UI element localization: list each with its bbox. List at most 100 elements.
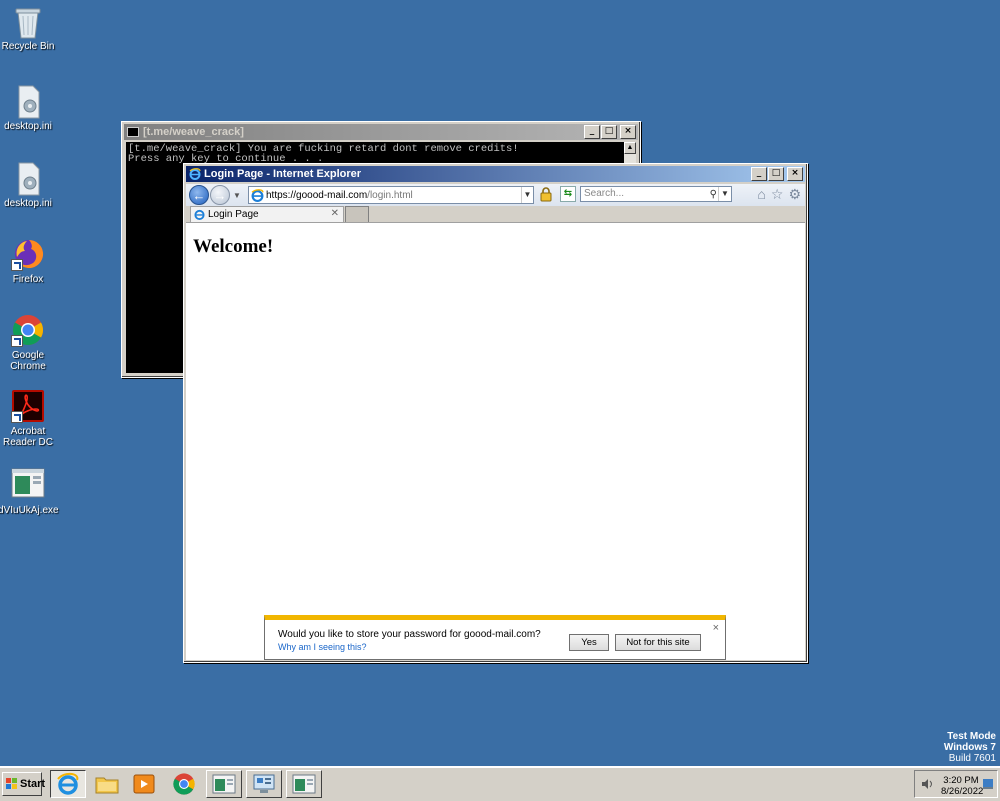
refresh-icon: ⇆ bbox=[563, 188, 573, 199]
shortcut-arrow-icon bbox=[11, 335, 23, 347]
notification-message: Would you like to store your password fo… bbox=[278, 629, 541, 640]
taskbar-ie-button[interactable] bbox=[50, 770, 86, 798]
tab-label: Login Page bbox=[208, 209, 259, 220]
taskbar-app-window-button-2[interactable] bbox=[286, 770, 322, 798]
desktop-icon-label: desktop.ini bbox=[4, 121, 52, 132]
back-button[interactable]: ← bbox=[189, 185, 209, 205]
watermark-line: Windows 7 bbox=[943, 742, 996, 753]
ie-title: Login Page - Internet Explorer bbox=[204, 168, 362, 180]
ie-navigation-bar: ← → ▼ https://goood-mail.com/login.html … bbox=[186, 184, 805, 206]
close-button[interactable]: × bbox=[620, 125, 636, 139]
scroll-up-icon[interactable]: ▲ bbox=[624, 142, 636, 154]
media-player-icon bbox=[133, 774, 155, 794]
ie-titlebar[interactable]: Login Page - Internet Explorer _ □ × bbox=[186, 166, 805, 182]
forward-button[interactable]: → bbox=[210, 185, 230, 205]
maximize-button[interactable]: □ bbox=[768, 167, 784, 181]
desktop-icon-acrobat-reader[interactable]: Acrobat Reader DC bbox=[0, 389, 58, 448]
taskbar: Start 3:20 PM 8/26/2022 bbox=[0, 766, 1000, 801]
desktop-icon-label: Google Chrome bbox=[10, 350, 46, 372]
new-tab-button[interactable] bbox=[345, 206, 369, 222]
start-label: Start bbox=[20, 778, 46, 790]
page-heading: Welcome! bbox=[193, 236, 274, 257]
minimize-button[interactable]: _ bbox=[584, 125, 600, 139]
desktop-icon-label: dVIuUkAj.exe bbox=[0, 505, 59, 516]
app-window-icon bbox=[212, 774, 236, 794]
close-button[interactable]: × bbox=[787, 167, 803, 181]
why-link[interactable]: Why am I seeing this? bbox=[278, 642, 367, 652]
taskbar-chrome-button[interactable] bbox=[168, 770, 200, 798]
ie-tab-strip: Login Page ✕ bbox=[186, 206, 805, 222]
yes-button[interactable]: Yes bbox=[569, 634, 609, 651]
address-bar[interactable]: https://goood-mail.com/login.html ▼ bbox=[248, 186, 534, 204]
windows-logo-icon bbox=[6, 778, 18, 790]
network-app-icon bbox=[253, 774, 275, 793]
console-app-icon bbox=[127, 127, 139, 137]
favorites-star-icon[interactable]: ☆ bbox=[771, 186, 784, 202]
acrobat-icon bbox=[11, 389, 45, 423]
speaker-icon[interactable] bbox=[921, 778, 933, 790]
back-arrow-icon: ← bbox=[192, 188, 206, 203]
close-icon[interactable]: × bbox=[713, 622, 719, 634]
app-window-icon bbox=[292, 774, 316, 794]
clock[interactable]: 3:20 PM 8/26/2022 bbox=[941, 775, 984, 797]
ie-icon bbox=[57, 772, 79, 795]
maximize-button[interactable]: □ bbox=[601, 125, 617, 139]
console-titlebar[interactable]: [t.me/weave_crack] _ □ × bbox=[124, 124, 638, 140]
desktop-icon-exe[interactable]: dVIuUkAj.exe bbox=[0, 468, 59, 516]
clock-date: 8/26/2022 bbox=[941, 786, 984, 797]
history-dropdown[interactable]: ▼ bbox=[233, 191, 241, 200]
search-dropdown-icon[interactable]: ▼ bbox=[718, 187, 731, 201]
desktop-icon-firefox[interactable]: Firefox bbox=[0, 237, 58, 285]
ie-window[interactable]: Login Page - Internet Explorer _ □ × ← →… bbox=[183, 163, 808, 663]
minimize-button[interactable]: _ bbox=[751, 167, 767, 181]
search-icon[interactable]: ⚲ bbox=[710, 188, 717, 202]
watermark-line: Test Mode bbox=[947, 731, 996, 742]
tab-close-icon[interactable]: ✕ bbox=[331, 208, 339, 219]
firefox-icon bbox=[11, 237, 45, 271]
lock-icon[interactable] bbox=[538, 186, 554, 202]
file-ini-icon bbox=[11, 161, 45, 196]
clock-time: 3:20 PM bbox=[943, 775, 979, 786]
tab-login-page[interactable]: Login Page ✕ bbox=[190, 206, 344, 222]
taskbar-explorer-button[interactable] bbox=[91, 770, 123, 798]
shortcut-arrow-icon bbox=[11, 259, 23, 271]
taskbar-media-player-button[interactable] bbox=[128, 770, 160, 798]
gear-icon[interactable]: ⚙ bbox=[788, 186, 801, 202]
system-tray: 3:20 PM 8/26/2022 bbox=[914, 770, 998, 798]
chevron-down-icon: ▼ bbox=[233, 190, 241, 200]
page-favicon-icon bbox=[251, 188, 264, 202]
chrome-icon bbox=[11, 313, 45, 347]
shortcut-arrow-icon bbox=[11, 411, 23, 423]
search-input[interactable]: Search... ⚲ ▼ bbox=[580, 186, 732, 202]
tab-favicon-icon bbox=[194, 209, 205, 220]
desktop-icon-recycle-bin[interactable]: Recycle Bin bbox=[0, 4, 58, 52]
desktop-icon-desktop-ini-1[interactable]: desktop.ini bbox=[0, 84, 58, 132]
address-path: /login.html bbox=[367, 189, 413, 201]
watermark-line: Build 7601 bbox=[948, 753, 996, 764]
taskbar-app-window-button[interactable] bbox=[206, 770, 242, 798]
file-ini-icon bbox=[11, 84, 45, 119]
taskbar-network-app-button[interactable] bbox=[246, 770, 282, 798]
desktop-icon-label: Firefox bbox=[12, 274, 44, 285]
refresh-button[interactable]: ⇆ bbox=[560, 186, 576, 202]
start-button[interactable]: Start bbox=[2, 772, 46, 796]
address-dropdown-icon[interactable]: ▼ bbox=[521, 187, 533, 203]
action-center-flag-icon[interactable] bbox=[982, 778, 994, 790]
ie-app-icon bbox=[189, 168, 201, 180]
desktop-icon-google-chrome[interactable]: Google Chrome bbox=[0, 313, 58, 372]
console-title: [t.me/weave_crack] bbox=[143, 126, 244, 138]
forward-arrow-icon: → bbox=[213, 188, 227, 203]
home-icon[interactable]: ⌂ bbox=[757, 186, 765, 202]
not-for-this-site-button[interactable]: Not for this site bbox=[615, 634, 701, 651]
desktop-icon-label: Recycle Bin bbox=[1, 41, 55, 52]
recycle-bin-icon bbox=[11, 4, 45, 39]
explorer-icon bbox=[95, 777, 119, 794]
desktop-icon-desktop-ini-2[interactable]: desktop.ini bbox=[0, 161, 58, 209]
exe-icon bbox=[11, 468, 45, 502]
search-placeholder: Search... bbox=[584, 188, 625, 199]
test-mode-watermark: Test Mode Windows 7 Build 7601 bbox=[944, 731, 996, 764]
page-content: Welcome! Would you like to store your pa… bbox=[186, 222, 805, 660]
address-host: https://goood-mail.com bbox=[266, 189, 368, 201]
password-notification-bar: Would you like to store your password fo… bbox=[264, 615, 726, 660]
chrome-icon bbox=[173, 773, 195, 795]
